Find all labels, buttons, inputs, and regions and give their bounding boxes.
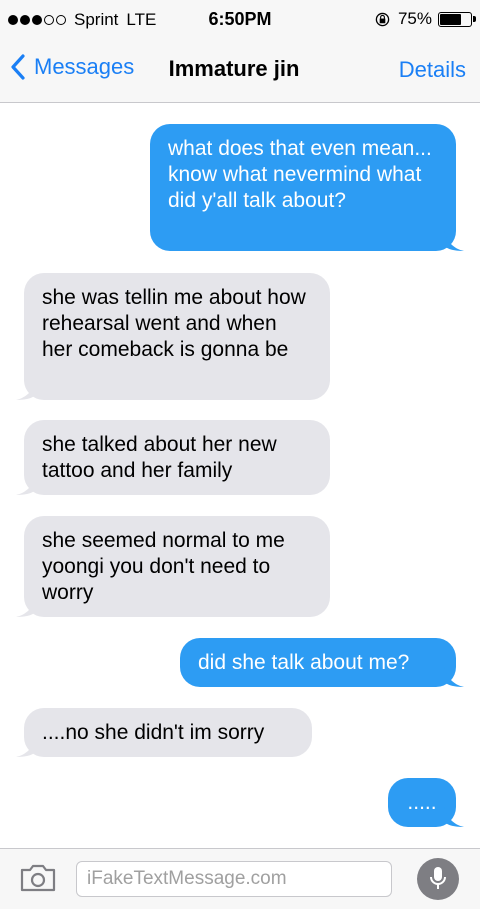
microphone-button[interactable] — [417, 858, 459, 900]
message-bubble-received[interactable]: she talked about her new tattoo and her … — [16, 420, 330, 495]
message-bubble-received[interactable]: she was tellin me about how rehearsal we… — [16, 273, 330, 400]
message-text-field[interactable] — [76, 861, 392, 897]
message-text: did she talk about me? — [198, 651, 410, 674]
message-text: she talked about her new tattoo and her … — [42, 433, 277, 482]
battery-icon — [438, 11, 476, 27]
contact-name[interactable]: Immature jin — [169, 56, 300, 82]
message-input-bar — [0, 848, 480, 909]
message-text: ..... — [407, 791, 437, 814]
back-chevron-icon — [11, 54, 25, 80]
message-bubble-sent[interactable]: what does that even mean... know what ne… — [150, 124, 464, 251]
message-text: she seemed normal to me yoongi you don't… — [42, 529, 285, 604]
message-bubble-received[interactable]: she seemed normal to me yoongi you don't… — [16, 516, 330, 617]
message-bubble-sent[interactable]: ..... — [388, 778, 464, 827]
message-text: what does that even mean... know what ne… — [168, 137, 432, 212]
battery-percent: 75% — [397, 9, 432, 28]
message-text: ....no she didn't im sorry — [42, 721, 265, 744]
lock-rotation-icon — [375, 12, 390, 26]
back-button-label: Messages — [34, 54, 135, 79]
navigation-bar: Messages Immature jin Details — [0, 40, 480, 103]
status-right: 75% — [375, 9, 476, 29]
status-bar: Sprint LTE 6:50PM 75% — [0, 0, 480, 40]
message-text: she was tellin me about how rehearsal we… — [42, 286, 306, 361]
message-bubble-sent[interactable]: did she talk about me? — [180, 638, 464, 687]
battery-level-fill — [440, 13, 461, 25]
back-button[interactable]: Messages — [10, 54, 134, 80]
message-thread[interactable]: what does that even mean... know what ne… — [0, 103, 480, 847]
camera-icon[interactable] — [19, 863, 57, 893]
message-bubble-received[interactable]: ....no she didn't im sorry — [16, 708, 312, 757]
details-button[interactable]: Details — [399, 57, 466, 83]
microphone-icon — [430, 867, 446, 889]
